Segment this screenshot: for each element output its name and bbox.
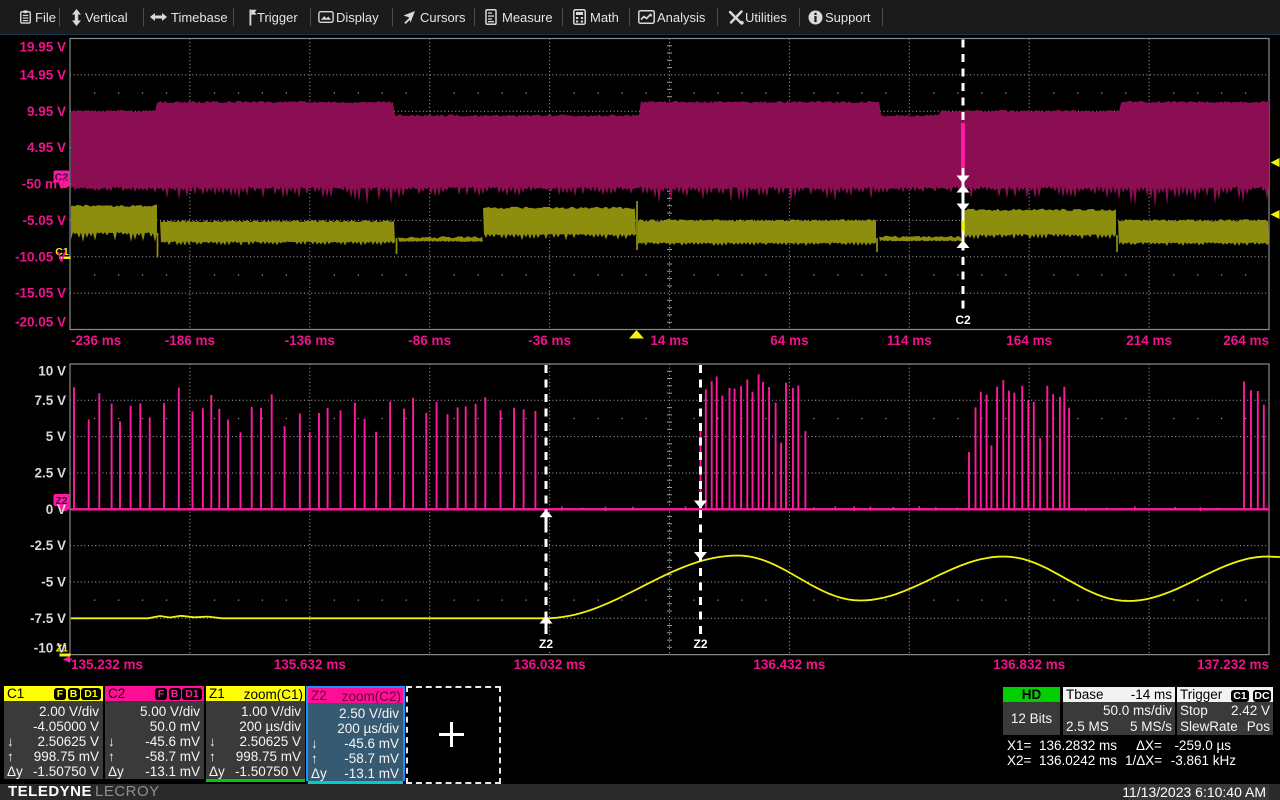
svg-text:-7.5 V: -7.5 V: [30, 611, 66, 626]
svg-text:19.95 V: 19.95 V: [19, 40, 66, 55]
svg-text:264 ms: 264 ms: [1223, 333, 1269, 348]
svg-text:-86 ms: -86 ms: [408, 333, 451, 348]
svg-text:9.95 V: 9.95 V: [27, 104, 66, 119]
svg-text:10 V: 10 V: [38, 364, 66, 379]
svg-text:-36 ms: -36 ms: [528, 333, 571, 348]
svg-text:0 V: 0 V: [46, 502, 66, 517]
svg-text:4.95 V: 4.95 V: [27, 140, 66, 155]
svg-text:64 ms: 64 ms: [770, 333, 808, 348]
svg-text:136.432 ms: 136.432 ms: [753, 657, 825, 672]
svg-text:136.032 ms: 136.032 ms: [514, 657, 586, 672]
svg-text:-5.05 V: -5.05 V: [22, 213, 66, 228]
svg-text:-5 V: -5 V: [41, 575, 66, 590]
svg-text:-10.05 V: -10.05 V: [15, 249, 66, 264]
svg-text:14.95 V: 14.95 V: [19, 67, 66, 82]
svg-text:5 V: 5 V: [46, 429, 66, 444]
svg-text:-20.05 V: -20.05 V: [15, 315, 66, 330]
svg-text:-236 ms: -236 ms: [71, 333, 121, 348]
svg-text:-136 ms: -136 ms: [285, 333, 335, 348]
svg-text:14 ms: 14 ms: [650, 333, 688, 348]
svg-text:164 ms: 164 ms: [1006, 333, 1052, 348]
svg-text:136.832 ms: 136.832 ms: [993, 657, 1065, 672]
svg-text:7.5 V: 7.5 V: [34, 393, 66, 408]
svg-text:114 ms: 114 ms: [887, 333, 932, 348]
svg-text:135.632 ms: 135.632 ms: [274, 657, 346, 672]
svg-text:C2: C2: [955, 313, 971, 327]
svg-text:214 ms: 214 ms: [1126, 333, 1172, 348]
svg-text:Z2: Z2: [693, 637, 707, 651]
svg-text:-10 V: -10 V: [34, 641, 66, 656]
svg-text:-50 mV: -50 mV: [22, 177, 66, 192]
svg-text:-186 ms: -186 ms: [165, 333, 215, 348]
svg-text:135.232 ms: 135.232 ms: [71, 657, 143, 672]
svg-text:2.5 V: 2.5 V: [34, 466, 66, 481]
svg-text:-2.5 V: -2.5 V: [30, 538, 66, 553]
svg-text:-15.05 V: -15.05 V: [15, 286, 66, 301]
svg-text:137.232 ms: 137.232 ms: [1197, 657, 1269, 672]
svg-text:Z2: Z2: [539, 637, 553, 651]
